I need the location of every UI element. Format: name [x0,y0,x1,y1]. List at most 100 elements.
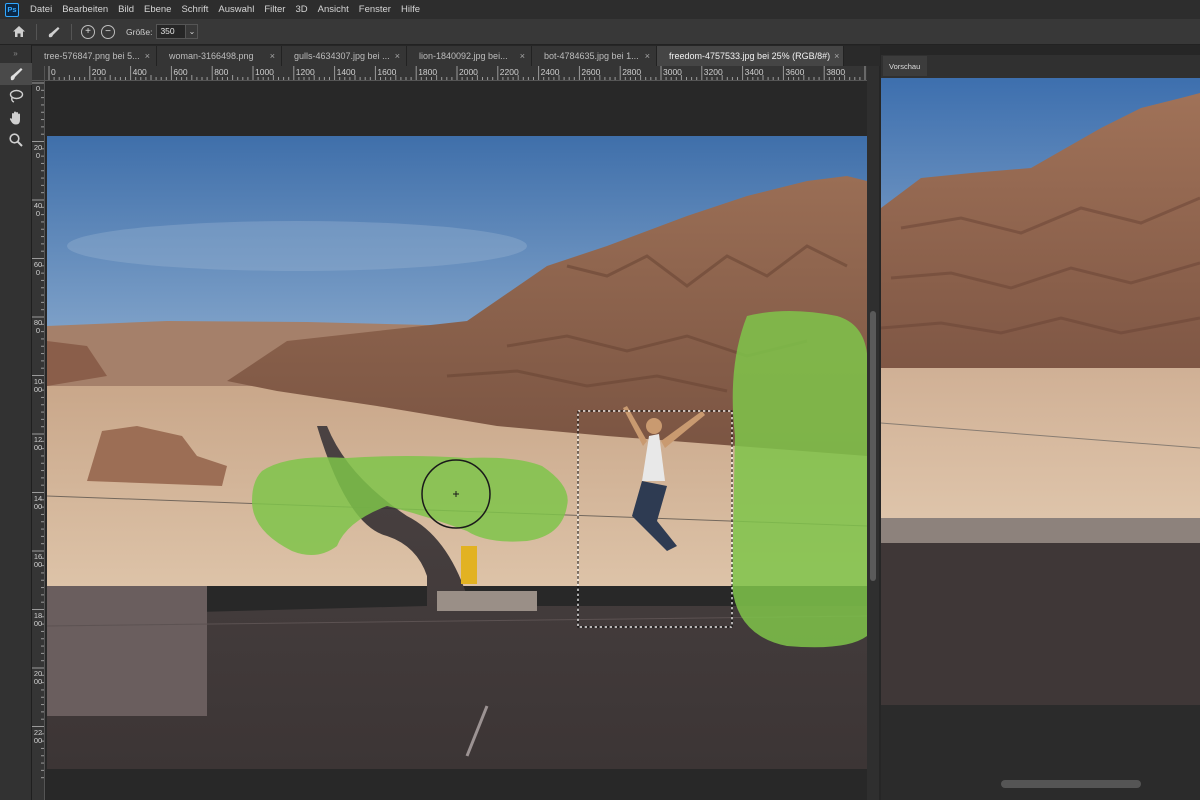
add-to-mask-button[interactable]: + [81,24,95,39]
ruler-label: 3400 [744,67,764,77]
close-icon[interactable]: × [395,51,400,61]
ruler-label: 1400 [336,67,356,77]
chevron-down-icon[interactable]: ⌄ [186,24,199,39]
document-tabs: tree-576847.png bei 5... × woman-3166498.… [32,46,880,66]
ruler-label: 1400 [33,493,43,511]
ruler-label: 1000 [255,67,274,77]
hand-tool-icon[interactable] [0,107,32,129]
zoom-tool-icon[interactable] [0,129,32,151]
ruler-label: 1600 [33,552,43,569]
tab-label: lion-1840092.jpg bei... [419,51,508,61]
options-separator [71,23,72,40]
desert-photo[interactable] [47,136,867,769]
road-barrier-right [437,591,537,611]
tool-panel: » [0,45,32,800]
tab-label: tree-576847.png bei 5... [44,51,140,61]
document-canvas[interactable] [46,81,867,800]
ruler-label: 600 [33,259,43,277]
preview-image[interactable] [881,78,1200,705]
warning-sign [461,546,477,584]
ruler-label: 400 [132,67,147,77]
ruler-label: 600 [173,67,188,77]
ruler-label: 2000 [33,669,43,686]
menu-ansicht[interactable]: Ansicht [313,4,354,15]
preview-road [881,543,1200,705]
close-icon[interactable]: × [145,51,150,61]
subtract-from-mask-button[interactable]: − [101,24,115,39]
preview-barrier [881,518,1200,543]
tab-label: gulls-4634307.jpg bei ... [294,51,390,61]
tab-label: freedom-4757533.jpg bei 25% (RGB/8#) [669,51,831,61]
photoshop-window: Ps Datei Bearbeiten Bild Ebene Schrift A… [0,0,1200,800]
close-icon[interactable]: × [520,51,525,61]
ruler-label: 2400 [540,67,560,77]
ruler-label: 3600 [785,67,805,77]
road-barrier-wall [47,586,207,716]
menu-bar: Ps Datei Bearbeiten Bild Ebene Schrift A… [0,0,1200,19]
ruler-label: 0 [35,84,41,93]
close-icon[interactable]: × [270,51,275,61]
tab-tree[interactable]: tree-576847.png bei 5... × [32,46,157,66]
tab-bot[interactable]: bot-4784635.jpg bei 1... × [532,46,657,66]
ruler-label: 1800 [418,67,438,77]
preview-horizontal-scrollbar[interactable] [1001,780,1141,788]
tab-lion[interactable]: lion-1840092.jpg bei... × [407,46,532,66]
ruler-label: 3000 [663,67,682,77]
vertical-ruler: 0 200 400 600 800 1000 1200 1400 1600 1800 2000 220… [32,81,45,800]
menu-bild[interactable]: Bild [113,4,139,15]
ruler-label: 1000 [33,376,43,394]
tab-freedom[interactable]: freedom-4757533.jpg bei 25% (RGB/8#) × [657,46,844,66]
tab-woman[interactable]: woman-3166498.png × [157,46,282,66]
menu-bearbeiten[interactable]: Bearbeiten [57,4,113,15]
close-icon[interactable]: × [645,51,650,61]
lasso-tool-icon[interactable] [0,85,32,107]
ruler-label: 3800 [826,67,846,77]
tab-label: woman-3166498.png [169,51,254,61]
ruler-label: 2800 [622,67,642,77]
ruler-label: 2200 [499,67,519,77]
brush-tool-icon[interactable] [0,63,32,85]
canvas-vertical-scrollbar[interactable] [867,66,879,800]
brush-size-label: Größe: [126,26,153,37]
tab-label: bot-4784635.jpg bei 1... [544,51,639,61]
menu-auswahl[interactable]: Auswahl [213,4,259,15]
ruler-label: 2600 [581,67,601,77]
ruler-label: 3200 [703,67,723,77]
menu-datei[interactable]: Datei [25,4,57,15]
cloud [67,221,527,271]
close-icon[interactable]: × [834,51,839,61]
menu-hilfe[interactable]: Hilfe [396,4,425,15]
photoshop-logo-icon: Ps [5,2,19,17]
ruler-label: 400 [33,201,43,218]
brush-size-input[interactable]: 350 [156,24,187,39]
ruler-label: 2000 [459,67,478,77]
scrollbar-thumb[interactable] [870,311,876,581]
preview-panel: Vorschau [881,55,1200,800]
menu-fenster[interactable]: Fenster [354,4,396,15]
menu-schrift[interactable]: Schrift [176,4,213,15]
ruler-label: 200 [33,142,43,160]
ruler-label: 1800 [33,610,43,628]
menu-ebene[interactable]: Ebene [139,4,176,15]
preview-footer [881,705,1200,800]
ruler-label: 800 [214,67,229,77]
options-separator [36,23,37,40]
ruler-label: 1200 [295,67,315,77]
menu-filter[interactable]: Filter [259,4,290,15]
ruler-label: 200 [91,67,106,77]
panel-collapse-icon[interactable]: » [0,45,31,63]
ruler-corner [32,66,45,81]
preview-sand [881,368,1200,538]
home-icon[interactable] [8,21,30,43]
horizontal-ruler: 0 200 400 600 800 1000 1200 1400 1600 1800 2000 220… [45,66,867,81]
menu-3d[interactable]: 3D [290,4,312,15]
ruler-label: 800 [33,318,43,335]
options-bar: + − Größe: 350 ⌄ [0,19,1200,45]
ruler-label: 2200 [33,727,43,745]
ruler-label: 1200 [33,435,43,452]
ruler-label: 0 [51,67,56,77]
tab-preview[interactable]: Vorschau [883,56,927,76]
ruler-label: 1600 [377,67,397,77]
tab-gulls[interactable]: gulls-4634307.jpg bei ... × [282,46,407,66]
brush-tool-preset-icon[interactable] [43,21,65,43]
